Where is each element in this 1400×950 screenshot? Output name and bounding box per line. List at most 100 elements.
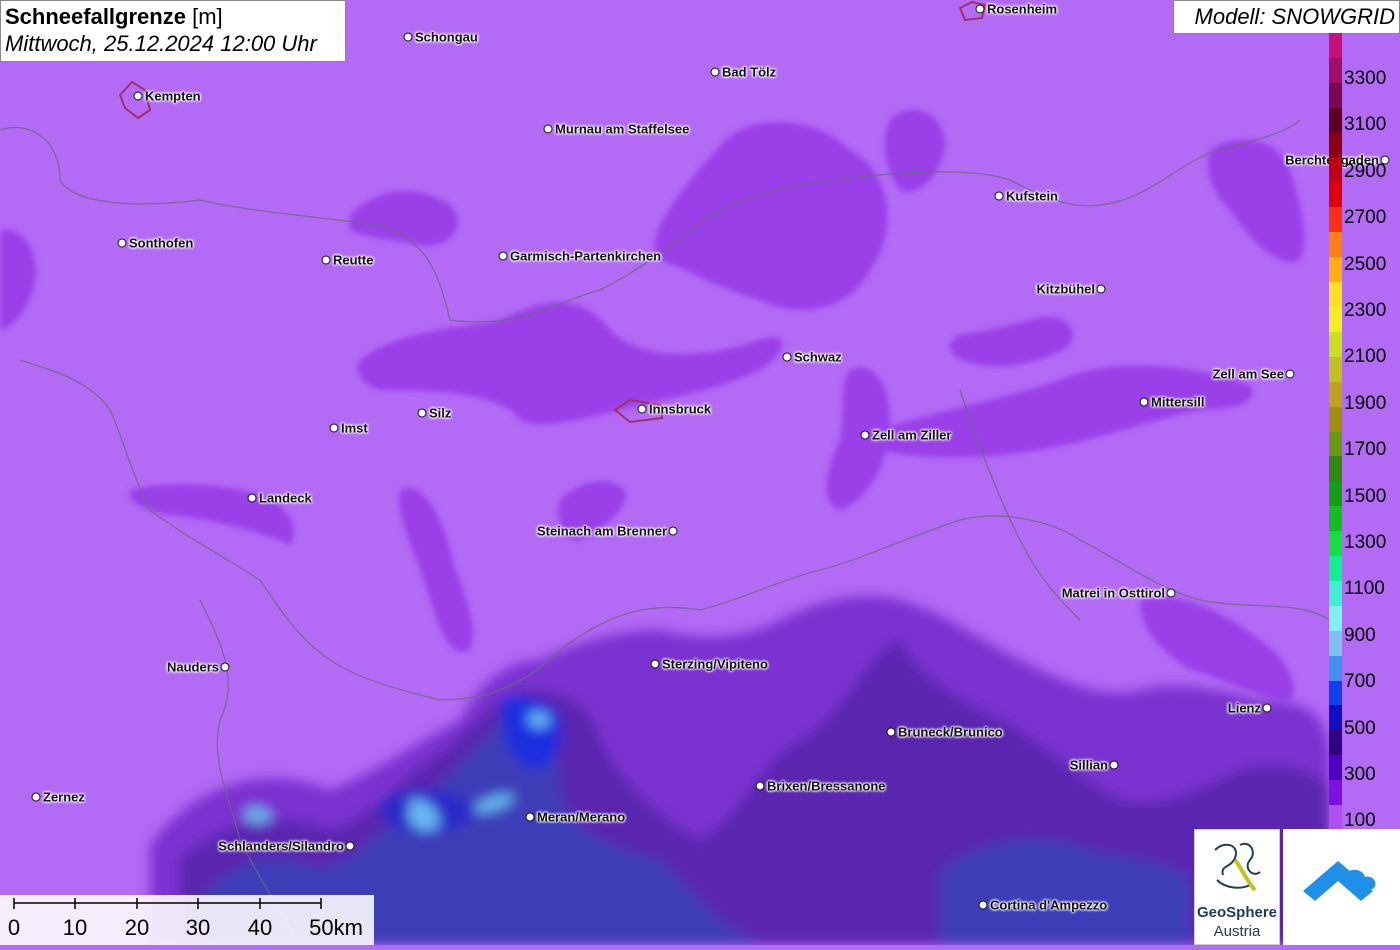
legend-swatch (1329, 33, 1342, 58)
city-label: Innsbruck (649, 401, 712, 417)
city-dot-icon (543, 124, 553, 134)
city-dot-icon (247, 493, 257, 503)
city-label: Bruneck/Brunico (898, 724, 1003, 740)
city-dot-icon (650, 659, 660, 669)
legend-tick-label: 3300 (1344, 68, 1387, 89)
city-dot-icon (975, 4, 985, 14)
legend-swatch (1329, 556, 1342, 581)
city-dot-icon (1285, 369, 1295, 379)
city-label: Reutte (333, 252, 374, 268)
city-dot-icon (1109, 760, 1119, 770)
city-label: Landeck (259, 490, 312, 506)
city-dot-icon (860, 430, 870, 440)
city-label: Steinach am Brenner (536, 523, 667, 539)
city-dot-icon (1166, 588, 1176, 598)
city-label: Matrei in Osttirol (1061, 585, 1165, 601)
city-dot-icon (133, 91, 143, 101)
city-label: Bad Tölz (722, 64, 777, 80)
city-label: Zernez (43, 789, 85, 805)
legend-swatch (1329, 257, 1342, 283)
city-label: Kitzbühel (1036, 281, 1096, 297)
legend-tick-label: 1300 (1344, 532, 1387, 553)
legend-swatch (1329, 182, 1342, 208)
app-logo[interactable] (1283, 829, 1400, 945)
geosphere-text-1: GeoSphere (1196, 904, 1278, 921)
legend-swatch (1329, 630, 1342, 656)
app-cloud-icon (1303, 861, 1376, 901)
city-dot-icon (329, 423, 339, 433)
legend-swatch (1329, 456, 1342, 482)
legend-swatch (1329, 605, 1342, 631)
legend-tick-label: 300 (1344, 764, 1376, 785)
city-label: Lienz (1227, 700, 1261, 716)
city-label: Zell am Ziller (872, 427, 952, 443)
scale-tick-label: 40 (247, 915, 273, 940)
city-dot-icon (525, 812, 535, 822)
city-dot-icon (117, 238, 127, 248)
legend-tick-label: 2500 (1344, 253, 1387, 275)
legend-tick-label: 1500 (1344, 485, 1387, 507)
city-dot-icon (417, 408, 427, 418)
legend-tick-label: 900 (1344, 624, 1376, 646)
city-label: Silz (429, 405, 452, 421)
map-subtitle: Mittwoch, 25.12.2024 12:00 Uhr (5, 31, 317, 56)
geosphere-logo[interactable]: GeoSphere Austria (1194, 829, 1280, 945)
city-dot-icon (782, 352, 792, 362)
legend-swatch (1329, 381, 1342, 407)
city-label: Schlanders/Silandro (218, 838, 344, 854)
city-dot-icon (1262, 703, 1272, 713)
city-dot-icon (1096, 284, 1106, 294)
scale-tick-label: 10 (62, 915, 88, 940)
legend-swatch (1329, 282, 1342, 307)
legend-swatch (1329, 57, 1342, 83)
city-dot-icon (755, 781, 765, 791)
legend-swatch (1329, 82, 1342, 108)
city-dot-icon (637, 404, 647, 414)
legend-tick-label: 3100 (1344, 114, 1387, 136)
title-unit: [m] (192, 4, 223, 29)
legend-tick-label: 2700 (1344, 207, 1387, 229)
legend-tick-label: 700 (1344, 671, 1376, 693)
scale-tick-label: 50km (309, 915, 363, 940)
city-label: Kempten (145, 88, 201, 104)
legend-tick-label: 2300 (1344, 300, 1387, 321)
city-label: Brixen/Bressanone (767, 778, 886, 794)
city-label: Mittersill (1151, 394, 1205, 410)
legend: 3300 3100 2900 2700 2500 2300 2100 1900 1700 1500… (1329, 33, 1400, 831)
city-dot-icon (994, 191, 1004, 201)
scale-tick-label: 30 (185, 915, 211, 940)
scale-bar: 0 10 20 30 40 50km (0, 895, 374, 945)
legend-swatch (1329, 132, 1342, 158)
legend-swatch (1329, 705, 1342, 731)
legend-swatch (1329, 356, 1342, 382)
map-title: Schneefallgrenze [m] (5, 4, 341, 30)
city-label: Nauders (166, 659, 219, 675)
city-label: Kufstein (1006, 188, 1058, 204)
legend-tick-label: 2900 (1344, 160, 1387, 182)
city-label: Schongau (415, 29, 478, 45)
scale-tick-label: 20 (124, 915, 150, 940)
legend-swatch (1329, 680, 1342, 706)
legend-swatch (1329, 157, 1342, 183)
city-dot-icon (886, 727, 896, 737)
legend-tick-label: 1700 (1344, 439, 1387, 461)
city-label: Meran/Merano (537, 809, 626, 825)
snowfall-map[interactable] (0, 0, 1400, 945)
city-dot-icon (1139, 397, 1149, 407)
model-label: Modell: SNOWGRID (1173, 0, 1400, 34)
legend-swatch (1329, 580, 1342, 606)
legend-colorbar (1329, 33, 1342, 830)
legend-swatch (1329, 306, 1342, 332)
city-label: Cortina d'Ampezzo (990, 897, 1108, 913)
legend-swatch (1329, 107, 1342, 133)
city-dot-icon (978, 900, 988, 910)
legend-tick-label: 1100 (1344, 578, 1385, 600)
legend-swatch (1329, 431, 1342, 457)
legend-swatch (1329, 506, 1342, 532)
city-dot-icon (321, 255, 331, 265)
scale-tick-label: 0 (7, 915, 21, 940)
city-dot-icon (668, 526, 678, 536)
legend-tick-label: 2100 (1344, 346, 1387, 368)
legend-swatch (1329, 207, 1342, 233)
city-label: Sonthofen (129, 235, 194, 251)
